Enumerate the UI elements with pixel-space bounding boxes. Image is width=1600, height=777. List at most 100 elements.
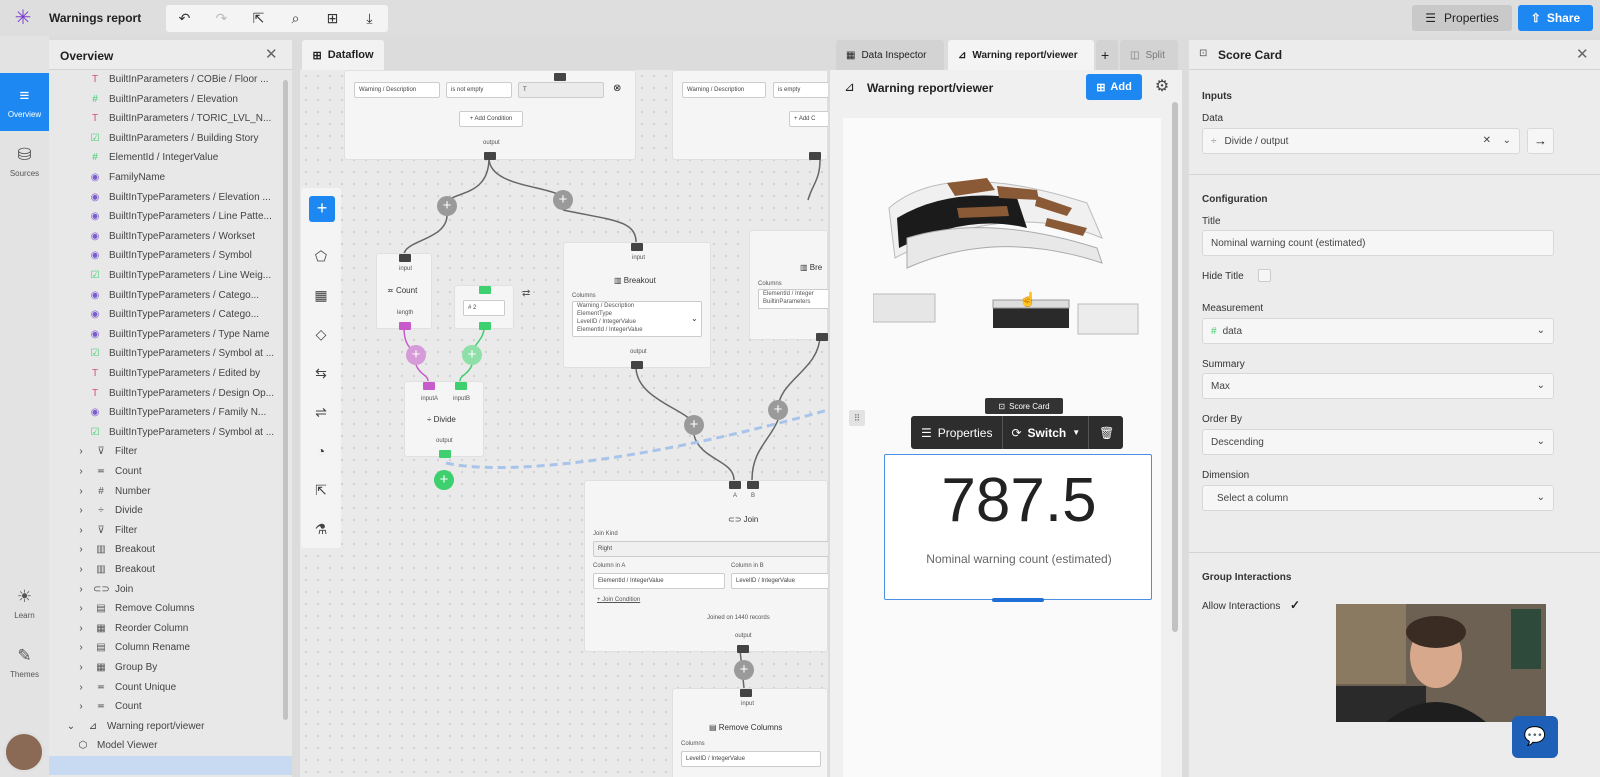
- tree-item-node[interactable]: › ≖ Count: [49, 697, 292, 716]
- tree-item-node[interactable]: › ▤ Column Rename: [49, 638, 292, 657]
- add-node-plus-icon[interactable]: +: [462, 345, 482, 365]
- tab-warning-report-viewer[interactable]: ⊿ Warning report/viewer: [948, 40, 1094, 70]
- scrollbar[interactable]: [1172, 102, 1178, 632]
- divide-node[interactable]: inputA inputB ÷ Divide output: [404, 381, 484, 458]
- columns-select[interactable]: ElementId / Integer BuiltinParameters: [758, 289, 828, 309]
- operator-select[interactable]: is empty: [773, 82, 828, 98]
- share-button[interactable]: ⇧ Share: [1518, 5, 1593, 31]
- data-select[interactable]: ÷ Divide / output ✕ ⌄: [1202, 128, 1520, 154]
- zoom-fit-icon[interactable]: ⌕: [281, 8, 311, 30]
- operator-select[interactable]: is not empty: [446, 82, 512, 98]
- add-node-button[interactable]: +: [309, 196, 335, 222]
- column-b-select[interactable]: LevelID / IntegerValue: [731, 573, 828, 589]
- output-port[interactable]: [737, 645, 749, 653]
- chart-icon[interactable]: ◔: [309, 439, 333, 463]
- chevron-right-icon[interactable]: ›: [75, 544, 87, 555]
- tree-item-node[interactable]: › # Number: [49, 482, 292, 501]
- add-node-plus-icon[interactable]: +: [434, 470, 454, 490]
- hierarchy-icon[interactable]: ⊞: [318, 8, 348, 30]
- swap-icon[interactable]: ⇄: [522, 288, 530, 299]
- chevron-right-icon[interactable]: ›: [75, 682, 87, 693]
- remove-columns-node[interactable]: input ▤ Remove Columns Columns LevelID /…: [672, 688, 828, 777]
- chevron-right-icon[interactable]: ›: [75, 466, 87, 477]
- chevron-right-icon[interactable]: ›: [75, 701, 87, 712]
- chevron-right-icon[interactable]: ›: [75, 446, 87, 457]
- input-port[interactable]: [631, 243, 643, 251]
- column-select[interactable]: Warning / Description: [682, 82, 766, 98]
- score-card-widget[interactable]: 787.5 Nominal warning count (estimated): [884, 454, 1152, 602]
- filter-node-2[interactable]: Warning / Description is empty + Add C: [672, 70, 828, 160]
- tree-item-field[interactable]: T BuiltInParameters / TORIC_LVL_N...: [49, 109, 292, 128]
- order-by-select[interactable]: Descending ⌄: [1202, 429, 1554, 455]
- tree-item-field[interactable]: ☑ BuiltInTypeParameters / Symbol at ...: [49, 423, 292, 442]
- tree-item-field[interactable]: ◉ BuiltInTypeParameters / Symbol: [49, 246, 292, 265]
- drag-handle-icon[interactable]: ⠿: [849, 410, 865, 426]
- tree-item-field[interactable]: ☑ BuiltInTypeParameters / Line Weig...: [49, 266, 292, 285]
- hide-title-checkbox[interactable]: [1258, 269, 1271, 282]
- tree-item-field[interactable]: # BuiltInParameters / Elevation: [49, 90, 292, 109]
- switch-button[interactable]: ⟳ Switch ▼: [1003, 416, 1090, 449]
- input-port[interactable]: [399, 254, 411, 262]
- table-icon[interactable]: ▦: [309, 283, 333, 307]
- measurement-select[interactable]: # data ⌄: [1202, 318, 1554, 344]
- tree-item-node[interactable]: › ÷ Divide: [49, 501, 292, 520]
- viewer-canvas[interactable]: ☝ ⊡ Score Card ☰ Properties ⟳ Switch ▼ 🗑…: [843, 118, 1161, 777]
- add-condition-button[interactable]: + Add Condition: [459, 111, 523, 127]
- rail-themes[interactable]: ✎ Themes: [0, 633, 49, 691]
- columns-select[interactable]: Warning / Description ElementType LevelI…: [572, 301, 702, 337]
- redo-icon[interactable]: ↷: [207, 8, 237, 30]
- chevron-right-icon[interactable]: ›: [75, 486, 87, 497]
- add-node-plus-icon[interactable]: +: [684, 415, 704, 435]
- clear-icon[interactable]: ✕: [1483, 135, 1491, 146]
- tree-item-node[interactable]: › ▦ Group By: [49, 658, 292, 677]
- filter-node-1[interactable]: Warning / Description is not empty T ⊗ +…: [344, 70, 636, 160]
- join-node[interactable]: A B ⊂⊃ Join Join Kind Right Column in A …: [584, 480, 828, 653]
- number-input[interactable]: # 2: [463, 300, 505, 316]
- breakout-node-2[interactable]: ▥ Bre Columns ElementId / Integer Builti…: [749, 230, 828, 341]
- output-port[interactable]: [399, 322, 411, 330]
- tree-item-field[interactable]: T BuiltInTypeParameters / Edited by: [49, 364, 292, 383]
- scrollbar[interactable]: [283, 80, 288, 720]
- add-condition-button[interactable]: + Add C: [789, 111, 828, 127]
- resize-handle[interactable]: [992, 598, 1044, 602]
- input-a-port[interactable]: [423, 382, 435, 390]
- tree-item-field[interactable]: T BuiltInParameters / COBie / Floor ...: [49, 70, 292, 89]
- output-port[interactable]: [809, 152, 821, 160]
- input-b-port[interactable]: [455, 382, 467, 390]
- output-port[interactable]: [484, 152, 496, 160]
- input-a-port[interactable]: [729, 481, 741, 489]
- add-node-plus-icon[interactable]: +: [553, 190, 573, 210]
- output-port[interactable]: [479, 322, 491, 330]
- tree-item-field[interactable]: # ElementId / IntegerValue: [49, 148, 292, 167]
- chevron-right-icon[interactable]: ›: [75, 525, 87, 536]
- trash-icon[interactable]: 🗑: [1089, 426, 1124, 440]
- join-kind-select[interactable]: Right: [593, 541, 828, 557]
- add-node-plus-icon[interactable]: +: [437, 196, 457, 216]
- transform-icon[interactable]: ⇆: [309, 361, 333, 385]
- tree-item-model-viewer[interactable]: ⬡ Model Viewer: [49, 736, 292, 755]
- tree-item-field[interactable]: T BuiltInTypeParameters / Design Op...: [49, 384, 292, 403]
- tab-dataflow[interactable]: ⊞ Dataflow: [302, 40, 384, 70]
- tree-item-field[interactable]: ◉ BuiltInTypeParameters / Elevation ...: [49, 188, 292, 207]
- input-port[interactable]: [740, 689, 752, 697]
- tree-item-field[interactable]: ◉ BuiltInTypeParameters / Catego...: [49, 305, 292, 324]
- tree-item-field[interactable]: ◉ BuiltInTypeParameters / Workset: [49, 227, 292, 246]
- tree-item-node[interactable]: › ⊽ Filter: [49, 521, 292, 540]
- tree-item-field[interactable]: ☑ BuiltInTypeParameters / Symbol at ...: [49, 344, 292, 363]
- tree-item-node[interactable]: › ⊂⊃ Join: [49, 580, 292, 599]
- value-input[interactable]: T: [518, 82, 604, 98]
- allow-interactions-checkbox[interactable]: ✓: [1290, 598, 1300, 612]
- shapes-icon[interactable]: ⬠: [309, 244, 333, 268]
- remove-condition-icon[interactable]: ⊗: [613, 83, 621, 94]
- dataflow-canvas[interactable]: Warning / Description is not empty T ⊗ +…: [300, 70, 828, 777]
- tree-item-node[interactable]: › ▤ Remove Columns: [49, 599, 292, 618]
- chevron-right-icon[interactable]: ›: [75, 603, 87, 614]
- avatar[interactable]: [4, 732, 44, 772]
- tree-item-field[interactable]: ◉ BuiltInTypeParameters / Catego...: [49, 286, 292, 305]
- diamond-icon[interactable]: ◇: [309, 322, 333, 346]
- add-node-plus-icon[interactable]: +: [406, 345, 426, 365]
- export-icon[interactable]: ⇱: [309, 478, 333, 502]
- widget-properties-button[interactable]: ☰ Properties: [911, 416, 1004, 449]
- rail-sources[interactable]: ⛁ Sources: [0, 132, 49, 190]
- column-a-select[interactable]: ElementId / IntegerValue: [593, 573, 725, 589]
